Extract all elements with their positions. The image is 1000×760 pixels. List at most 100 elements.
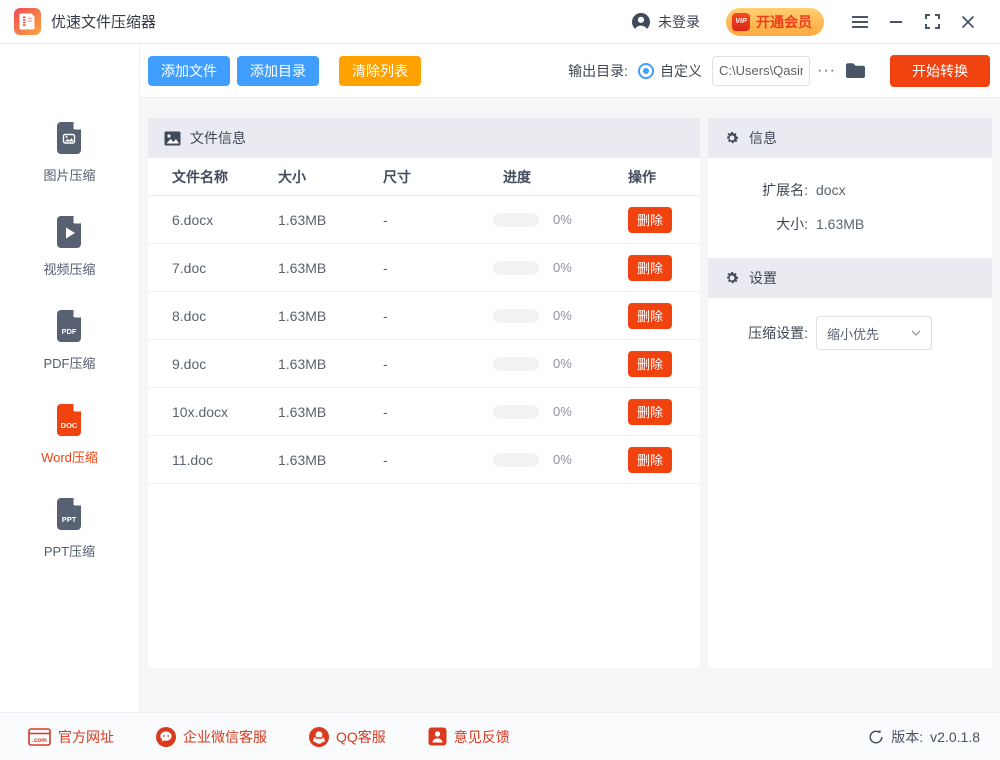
table-header: 文件名称 大小 尺寸 进度 操作	[148, 158, 700, 196]
content-area: 添加文件 添加目录 清除列表 输出目录: 自定义 ··· 开始转换	[140, 44, 1000, 712]
picture-icon	[164, 131, 181, 145]
table-row: 11.doc 1.63MB - 0% 删除	[148, 436, 700, 484]
table-row: 7.doc 1.63MB - 0% 删除	[148, 244, 700, 292]
delete-button[interactable]: 删除	[628, 206, 673, 233]
extension-row: 扩展名: docx	[708, 180, 992, 200]
version-info: 版本: v2.0.1.8	[868, 727, 980, 747]
close-icon[interactable]	[954, 8, 982, 36]
compress-setting-select[interactable]: 缩小优先	[816, 316, 932, 350]
clear-list-button[interactable]: 清除列表	[339, 55, 421, 86]
delete-button[interactable]: 删除	[628, 398, 673, 425]
app-window: 优速文件压缩器 未登录 VIP 开通会员 图片压缩 视频压缩 PDF PDF压缩…	[0, 0, 1000, 760]
file-name: 10x.docx	[172, 403, 229, 420]
action-cell: 删除	[628, 254, 700, 281]
file-name: 9.doc	[172, 355, 207, 372]
svg-text:PPT: PPT	[62, 515, 77, 524]
file-size: 1.63MB	[278, 259, 327, 276]
wechat-service-link[interactable]: 企业微信客服	[156, 726, 267, 747]
delete-button[interactable]: 删除	[628, 350, 673, 377]
sidebar-item-pdf-compress[interactable]: PDF PDF压缩	[43, 308, 96, 372]
add-directory-button[interactable]: 添加目录	[237, 55, 319, 86]
version-label: 版本:	[891, 728, 924, 745]
official-website-link[interactable]: .com 官方网址	[28, 727, 114, 747]
progress-bar	[493, 452, 539, 467]
file-dimension: -	[383, 451, 388, 468]
file-info-title: 文件信息	[190, 130, 246, 146]
sidebar-item-label: 图片压缩	[43, 168, 96, 183]
toolbar: 添加文件 添加目录 清除列表 输出目录: 自定义 ··· 开始转换	[140, 44, 1000, 98]
video-file-icon	[57, 216, 82, 248]
custom-radio-label: 自定义	[660, 62, 703, 79]
progress-cell: 0%	[493, 308, 628, 323]
column-progress: 进度	[503, 168, 531, 185]
feedback-link[interactable]: 意见反馈	[428, 727, 510, 747]
settings-title: 设置	[749, 270, 777, 286]
ppt-file-icon: PPT	[57, 498, 82, 530]
official-website-label: 官方网址	[58, 728, 114, 745]
size-value: 1.63MB	[816, 216, 865, 232]
file-size: 1.63MB	[278, 307, 327, 324]
info-header: 信息	[708, 118, 992, 158]
action-cell: 删除	[628, 350, 700, 377]
info-title: 信息	[749, 130, 777, 146]
login-status: 未登录	[658, 13, 700, 30]
feedback-icon	[428, 727, 447, 746]
file-size: 1.63MB	[278, 451, 327, 468]
progress-value: 0%	[553, 452, 572, 467]
file-dimension: -	[383, 403, 388, 420]
vip-button-label: 开通会员	[756, 13, 812, 30]
svg-text:PDF: PDF	[62, 327, 77, 336]
sidebar-item-image-compress[interactable]: 图片压缩	[43, 120, 96, 184]
progress-bar	[493, 308, 539, 323]
file-dimension: -	[383, 259, 388, 276]
vip-icon: VIP	[732, 12, 750, 31]
action-cell: 删除	[628, 206, 700, 233]
vip-button[interactable]: VIP 开通会员	[726, 7, 824, 36]
file-dimension: -	[383, 211, 388, 228]
table-row: 8.doc 1.63MB - 0% 删除	[148, 292, 700, 340]
start-convert-button[interactable]: 开始转换	[890, 54, 990, 87]
extension-value: docx	[816, 182, 846, 198]
browse-more-button[interactable]: ···	[817, 62, 836, 80]
qq-service-label: QQ客服	[336, 728, 386, 745]
website-icon: .com	[28, 727, 51, 746]
sidebar-item-word-compress[interactable]: DOC Word压缩	[41, 402, 98, 466]
qq-service-link[interactable]: QQ客服	[309, 726, 386, 747]
progress-cell: 0%	[493, 260, 628, 275]
svg-text:.com: .com	[32, 737, 47, 744]
size-label: 大小:	[776, 216, 808, 232]
add-file-button[interactable]: 添加文件	[148, 55, 230, 86]
titlebar-right: 未登录 VIP 开通会员	[631, 7, 982, 36]
file-size: 1.63MB	[278, 355, 327, 372]
delete-button[interactable]: 删除	[628, 254, 673, 281]
file-size: 1.63MB	[278, 403, 327, 420]
wechat-service-icon	[156, 726, 176, 747]
menu-icon[interactable]	[846, 8, 874, 36]
progress-bar	[493, 212, 539, 227]
side-panel: 信息 扩展名: docx 大小: 1.63MB 设置 压缩设置: 缩小优先	[708, 118, 992, 668]
titlebar: 优速文件压缩器 未登录 VIP 开通会员	[0, 0, 1000, 44]
progress-value: 0%	[553, 404, 572, 419]
titlebar-left: 优速文件压缩器	[14, 8, 156, 35]
size-row: 大小: 1.63MB	[708, 214, 992, 234]
open-folder-icon[interactable]	[845, 62, 866, 79]
table-row: 10x.docx 1.63MB - 0% 删除	[148, 388, 700, 436]
output-path-input[interactable]	[712, 55, 811, 86]
file-size: 1.63MB	[278, 211, 327, 228]
minimize-icon[interactable]	[882, 8, 910, 36]
custom-radio[interactable]	[638, 62, 655, 79]
sidebar-item-ppt-compress[interactable]: PPT PPT压缩	[44, 496, 95, 560]
progress-cell: 0%	[493, 452, 628, 467]
action-cell: 删除	[628, 302, 700, 329]
progress-value: 0%	[553, 308, 572, 323]
delete-button[interactable]: 删除	[628, 446, 673, 473]
sidebar-item-label: 视频压缩	[43, 262, 96, 277]
svg-text:DOC: DOC	[61, 421, 78, 430]
maximize-icon[interactable]	[918, 8, 946, 36]
delete-button[interactable]: 删除	[628, 302, 673, 329]
app-title: 优速文件压缩器	[51, 14, 157, 31]
login-area[interactable]: 未登录	[631, 12, 700, 32]
sidebar: 图片压缩 视频压缩 PDF PDF压缩 DOC Word压缩 PPT PPT压缩	[0, 44, 140, 712]
sidebar-item-video-compress[interactable]: 视频压缩	[43, 214, 96, 278]
gear-icon	[727, 132, 739, 144]
